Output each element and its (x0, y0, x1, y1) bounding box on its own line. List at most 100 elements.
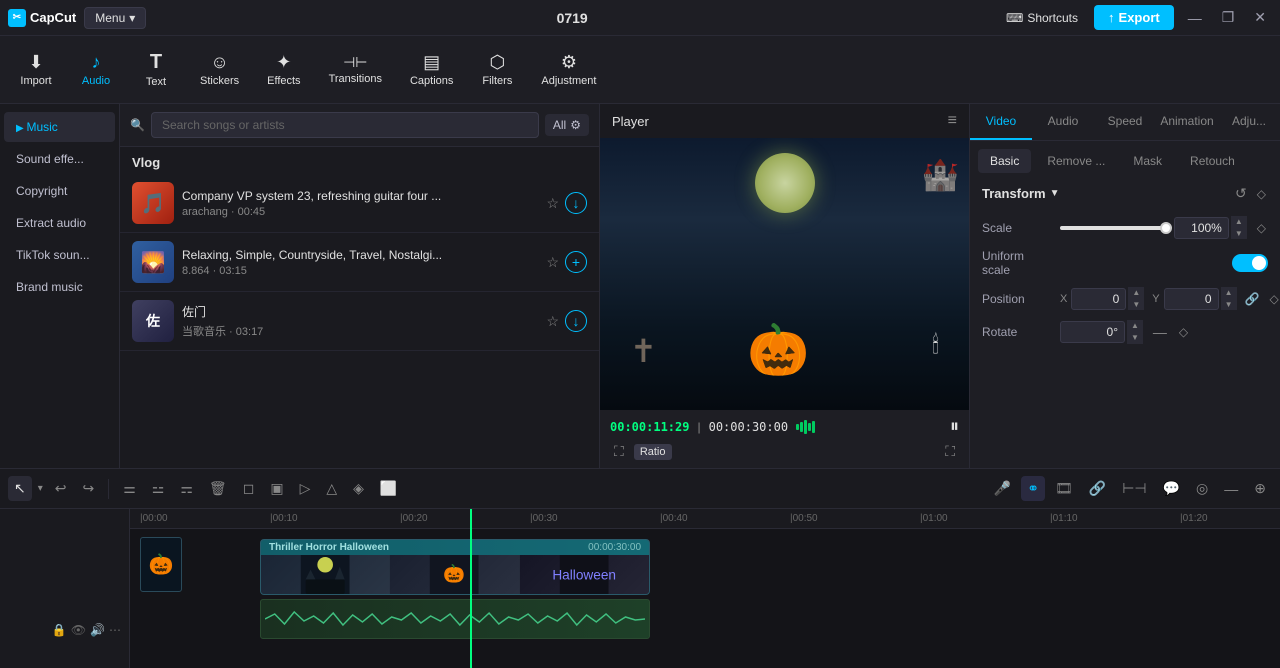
zoom-button[interactable]: ⊕ (1248, 476, 1272, 501)
track-visibility-button[interactable]: 👁 (71, 623, 86, 637)
redo-button[interactable]: ↪ (77, 476, 101, 501)
video-split-button[interactable]: 🎞 (1049, 476, 1079, 501)
tool-text[interactable]: T Text (128, 46, 184, 94)
subtab-retouch[interactable]: Retouch (1178, 149, 1247, 173)
rotate-down-button[interactable]: ▼ (1127, 332, 1143, 344)
effect-button[interactable]: ◎ (1190, 476, 1214, 501)
close-button[interactable]: ✕ (1248, 9, 1272, 26)
speed-button[interactable]: — (1218, 477, 1244, 501)
scale-slider[interactable] (1060, 226, 1166, 230)
transform-keyframe-button[interactable]: ◇ (1255, 183, 1268, 204)
audio-item-1[interactable]: 🎵 Company VP system 23, refreshing guita… (120, 174, 599, 233)
position-y-stepper[interactable]: ▲ ▼ (1221, 287, 1237, 310)
rotate-keyframe-button[interactable]: ◇ (1177, 323, 1190, 341)
audio-add-btn-2[interactable]: + (565, 251, 587, 273)
sidebar-item-sound-effects[interactable]: Sound effe... (4, 144, 115, 174)
tool-captions[interactable]: ▤ Captions (398, 47, 465, 93)
split-alt-button[interactable]: ⚍ (146, 476, 171, 501)
play-pause-button[interactable]: ⏸ (950, 416, 959, 437)
audio-favorite-btn-1[interactable]: ☆ (544, 193, 561, 214)
y-down-button[interactable]: ▼ (1221, 299, 1237, 311)
transform-tl-button[interactable]: ⬜ (374, 476, 403, 501)
sidebar-item-tiktok[interactable]: TikTok soun... (4, 240, 115, 270)
search-input[interactable] (151, 112, 539, 138)
subtab-mask[interactable]: Mask (1121, 149, 1174, 173)
select-dropdown[interactable]: ▾ (36, 483, 45, 494)
x-up-button[interactable]: ▲ (1128, 287, 1144, 299)
tool-stickers[interactable]: ☺ Stickers (188, 47, 251, 93)
rotate-up-button[interactable]: ▲ (1127, 320, 1143, 332)
restore-button[interactable]: ❐ (1216, 9, 1241, 26)
sidebar-item-extract-audio[interactable]: Extract audio (4, 208, 115, 238)
rotate-minus-button[interactable]: — (1151, 322, 1169, 342)
audio-favorite-btn-3[interactable]: ☆ (544, 311, 561, 332)
scale-up-button[interactable]: ▲ (1231, 216, 1247, 228)
position-x-stepper[interactable]: ▲ ▼ (1128, 287, 1144, 310)
tab-animation[interactable]: Animation (1156, 104, 1218, 140)
audio-download-btn-3[interactable]: ↓ (565, 310, 587, 332)
audio-item-3[interactable]: 佐 佐门 当歌音乐 · 03:17 ☆ ↓ (120, 292, 599, 351)
ratio-button[interactable]: Ratio (634, 444, 672, 460)
fullscreen-button[interactable]: ⛶ (941, 441, 959, 462)
rotate-value[interactable]: 0° (1060, 321, 1125, 343)
split-button[interactable]: ⚌ (117, 476, 142, 501)
tab-speed[interactable]: Speed (1094, 104, 1156, 140)
sidebar-item-music[interactable]: Music (4, 112, 115, 142)
scale-keyframe-button[interactable]: ◇ (1255, 219, 1268, 237)
audio-record-button[interactable]: 🎤 (988, 476, 1017, 501)
split-cut-button[interactable]: ⚎ (174, 476, 199, 501)
position-x-value[interactable]: 0 (1071, 288, 1126, 310)
track-more-button[interactable]: ⋯ (109, 623, 121, 637)
caption-button[interactable]: 💬 (1157, 476, 1186, 501)
y-up-button[interactable]: ▲ (1221, 287, 1237, 299)
playhead[interactable] (470, 509, 472, 668)
export-button[interactable]: ↑ Export (1094, 5, 1174, 30)
scale-down-button[interactable]: ▼ (1231, 228, 1247, 240)
minimize-button[interactable]: — (1182, 10, 1208, 26)
position-y-value[interactable]: 0 (1164, 288, 1219, 310)
group-button[interactable]: ▣ (264, 476, 289, 501)
video-clip[interactable]: Thriller Horror Halloween 00:00:30:00 (260, 539, 650, 595)
audio-link-button[interactable]: ⚭ (1021, 476, 1045, 501)
crop-button[interactable]: ▷ (294, 476, 317, 501)
tab-adjustment[interactable]: Adju... (1218, 104, 1280, 140)
sidebar-item-brand-music[interactable]: Brand music (4, 272, 115, 302)
tab-video[interactable]: Video (970, 104, 1032, 140)
scale-value[interactable]: 100% (1174, 217, 1229, 239)
flip-button[interactable]: △ (320, 476, 343, 501)
tool-filters[interactable]: ⬡ Filters (469, 47, 525, 93)
scale-stepper[interactable]: ▲ ▼ (1231, 216, 1247, 239)
rotate-stepper[interactable]: ▲ ▼ (1127, 320, 1143, 343)
track-audio-button[interactable]: 🔊 (90, 623, 105, 637)
select-tool[interactable]: ↖ (8, 476, 32, 501)
uniform-scale-toggle[interactable] (1232, 254, 1268, 272)
tool-effects[interactable]: ✦ Effects (255, 47, 312, 93)
x-down-button[interactable]: ▼ (1128, 299, 1144, 311)
position-keyframe-button[interactable]: ◇ (1267, 290, 1280, 308)
sidebar-item-copyright[interactable]: Copyright (4, 176, 115, 206)
tool-adjustment[interactable]: ⚙ Adjustment (529, 47, 608, 93)
audio-item-2[interactable]: 🌄 Relaxing, Simple, Countryside, Travel,… (120, 233, 599, 292)
undo-button[interactable]: ↩ (49, 476, 73, 501)
track-lock-button[interactable]: 🔒 (52, 623, 67, 637)
tool-transitions[interactable]: ⊣⊢ Transitions (317, 49, 394, 91)
delete-button[interactable]: 🗑 (203, 476, 233, 501)
all-filter-button[interactable]: All ⚙ (545, 114, 589, 136)
paint-button[interactable]: ◈ (347, 476, 370, 501)
position-link-button[interactable]: 🔗 (1245, 292, 1260, 306)
transition-button[interactable]: ⊢⊣ (1116, 476, 1152, 501)
tool-import[interactable]: ⬇ Import (8, 47, 64, 93)
player-menu-button[interactable]: ≡ (948, 112, 957, 130)
freeze-button[interactable]: ◻ (237, 476, 261, 501)
menu-button[interactable]: Menu ▾ (84, 7, 146, 29)
subtab-remove[interactable]: Remove ... (1035, 149, 1117, 173)
shortcuts-button[interactable]: ⌨ Shortcuts (998, 7, 1086, 29)
fit-screen-button[interactable]: ⛶ (610, 441, 628, 462)
audio-download-btn-1[interactable]: ↓ (565, 192, 587, 214)
tool-audio[interactable]: ♪ Audio (68, 47, 124, 93)
tab-audio[interactable]: Audio (1032, 104, 1094, 140)
link-clips-button[interactable]: 🔗 (1083, 476, 1112, 501)
transform-reset-button[interactable]: ↺ (1233, 183, 1249, 204)
audio-favorite-btn-2[interactable]: ☆ (544, 252, 561, 273)
subtab-basic[interactable]: Basic (978, 149, 1031, 173)
